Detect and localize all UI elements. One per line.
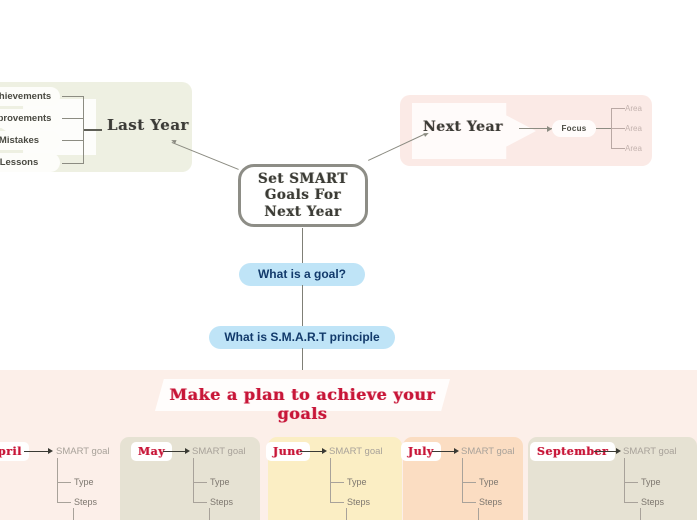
- july-smart-goal[interactable]: SMART goal: [461, 446, 515, 457]
- next-year-focus-node[interactable]: Focus: [552, 120, 596, 137]
- trunk-segment-2: [302, 285, 304, 329]
- may-arrow-head-icon: [185, 448, 190, 454]
- september-child-type[interactable]: Type: [641, 477, 661, 487]
- last-year-item-mistakes[interactable]: Mistakes: [0, 131, 60, 150]
- april-spine: [57, 458, 59, 502]
- june-stub-type: [330, 482, 344, 484]
- may-arrow-line: [163, 451, 187, 453]
- last-year-item-improvements[interactable]: Improvements: [0, 109, 60, 128]
- september-stub-type: [624, 482, 638, 484]
- june-stub-steps: [330, 502, 344, 504]
- april-spine-continue: [73, 508, 75, 520]
- june-child-type[interactable]: Type: [347, 477, 367, 487]
- last-year-connector-2: [62, 140, 84, 142]
- april-child-steps[interactable]: Steps: [74, 497, 97, 507]
- june-smart-goal[interactable]: SMART goal: [329, 446, 383, 457]
- september-arrow-line: [594, 451, 618, 453]
- next-year-area-1[interactable]: Area: [625, 124, 642, 133]
- area-connector-0: [611, 108, 625, 110]
- september-child-steps[interactable]: Steps: [641, 497, 664, 507]
- september-smart-goal[interactable]: SMART goal: [623, 446, 677, 457]
- june-spine: [330, 458, 332, 502]
- april-child-type[interactable]: Type: [74, 477, 94, 487]
- next-year-area-0[interactable]: Area: [625, 104, 642, 113]
- july-spine: [462, 458, 464, 502]
- april-stub-steps: [57, 502, 71, 504]
- may-child-steps[interactable]: Steps: [210, 497, 233, 507]
- june-spine-continue: [346, 508, 348, 520]
- trunk-segment-1: [302, 228, 304, 266]
- june-arrow-head-icon: [322, 448, 327, 454]
- area-connector-1: [611, 128, 625, 130]
- july-arrow-line: [432, 451, 456, 453]
- april-arrow-head-icon: [48, 448, 53, 454]
- plan-banner-label: Make a plan to achieve your goals: [169, 385, 436, 423]
- question-pill-what-is-a-goal[interactable]: What is a goal?: [239, 263, 365, 286]
- september-spine-continue: [640, 508, 642, 520]
- july-stub-steps: [462, 502, 476, 504]
- april-stub-type: [57, 482, 71, 484]
- last-year-bracket-stem: [84, 129, 102, 131]
- may-child-type[interactable]: Type: [210, 477, 230, 487]
- april-arrow-line: [24, 451, 50, 453]
- may-stub-type: [193, 482, 207, 484]
- may-smart-goal[interactable]: SMART goal: [192, 446, 246, 457]
- last-year-connector-1: [62, 118, 84, 120]
- last-year-label: Last Year: [107, 116, 189, 134]
- april-smart-goal[interactable]: SMART goal: [56, 446, 110, 457]
- last-year-item-lessons[interactable]: Lessons: [0, 153, 60, 172]
- area-connector-2: [611, 148, 625, 150]
- mindmap-canvas: Last Year Achievements Improvements Mist…: [0, 0, 697, 520]
- june-child-steps[interactable]: Steps: [347, 497, 370, 507]
- july-stub-type: [462, 482, 476, 484]
- may-spine-continue: [209, 508, 211, 520]
- september-arrow-head-icon: [616, 448, 621, 454]
- june-arrow-line: [300, 451, 324, 453]
- center-node-text: Set SMART Goals For Next Year: [258, 171, 348, 221]
- next-year-area-2[interactable]: Area: [625, 144, 642, 153]
- may-stub-steps: [193, 502, 207, 504]
- center-node-line-1: Set SMART: [258, 170, 348, 187]
- question-pill-smart-principle[interactable]: What is S.M.A.R.T principle: [209, 326, 395, 349]
- center-node-line-3: Next Year: [264, 203, 342, 220]
- center-node[interactable]: Set SMART Goals For Next Year: [238, 164, 368, 227]
- september-spine: [624, 458, 626, 502]
- july-arrow-head-icon: [454, 448, 459, 454]
- last-year-connector-3: [62, 163, 84, 165]
- july-child-steps[interactable]: Steps: [479, 497, 502, 507]
- july-child-type[interactable]: Type: [479, 477, 499, 487]
- center-node-line-2: Goals For: [264, 187, 342, 204]
- september-stub-steps: [624, 502, 638, 504]
- may-spine: [193, 458, 195, 502]
- last-year-item-achievements[interactable]: Achievements: [0, 87, 60, 106]
- area-bracket-stem: [596, 128, 612, 130]
- july-spine-continue: [478, 508, 480, 520]
- last-year-connector-0: [62, 96, 84, 98]
